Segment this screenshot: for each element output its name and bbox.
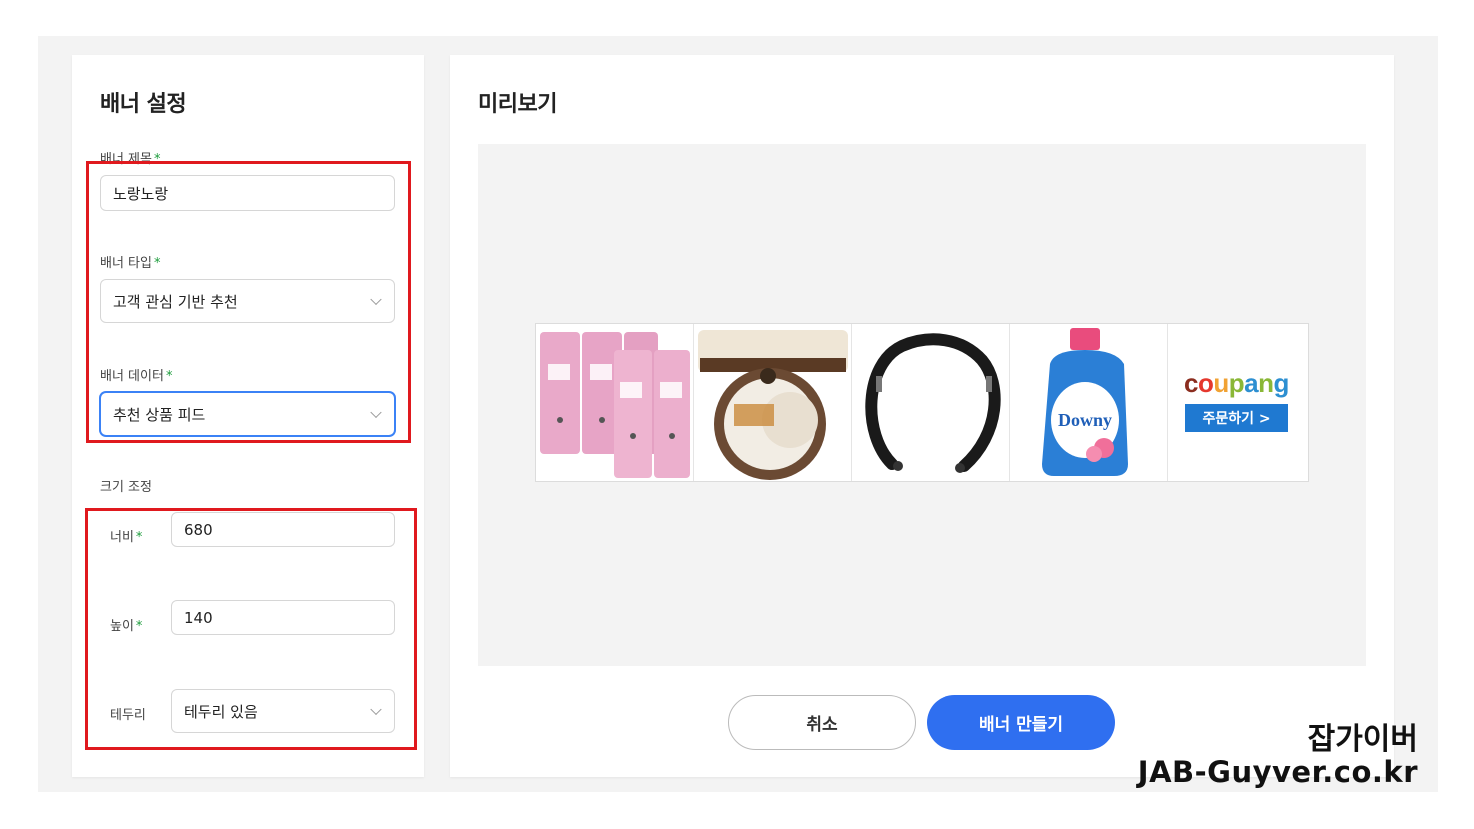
order-button[interactable]: 주문하기 > — [1185, 404, 1288, 432]
coupang-logo: coupang — [1184, 368, 1289, 399]
size-section-label: 크기 조정 — [100, 480, 152, 495]
settings-title: 배너 설정 — [100, 92, 187, 117]
svg-text:Downy: Downy — [1058, 410, 1112, 430]
watermark-url: JAB-Guyver.co.kr — [1137, 755, 1418, 789]
product-tile[interactable] — [852, 324, 1010, 481]
coupang-logo-letter: a — [1244, 368, 1259, 398]
headphones-product-image — [865, 333, 1001, 473]
product-tile[interactable]: Downy — [1010, 324, 1168, 481]
cancel-button[interactable]: 취소 — [728, 695, 916, 750]
preview-title: 미리보기 — [478, 92, 557, 117]
coupang-logo-letter: g — [1273, 368, 1290, 398]
coupang-tile[interactable]: coupang 주문하기 > — [1168, 324, 1304, 481]
coupang-logo-letter: n — [1258, 368, 1274, 398]
highlight-box-banner-fields — [86, 161, 411, 443]
coupang-logo-letter: u — [1213, 368, 1229, 398]
coupang-logo-letter: o — [1197, 368, 1214, 398]
product-tile[interactable] — [694, 324, 852, 481]
banner-preview[interactable]: Downy coupang 주문하기 > — [535, 323, 1309, 482]
rice-product-image — [698, 330, 848, 480]
coupang-logo-letter: p — [1228, 368, 1245, 398]
watermark-title: 잡가이버 — [1307, 722, 1418, 757]
gloves-product-image — [540, 332, 690, 478]
coupang-logo-letter: c — [1184, 368, 1198, 398]
product-tile[interactable] — [536, 324, 694, 481]
highlight-box-size-fields — [85, 508, 417, 750]
softener-product-image: Downy — [1042, 328, 1128, 476]
create-banner-button[interactable]: 배너 만들기 — [927, 695, 1115, 750]
